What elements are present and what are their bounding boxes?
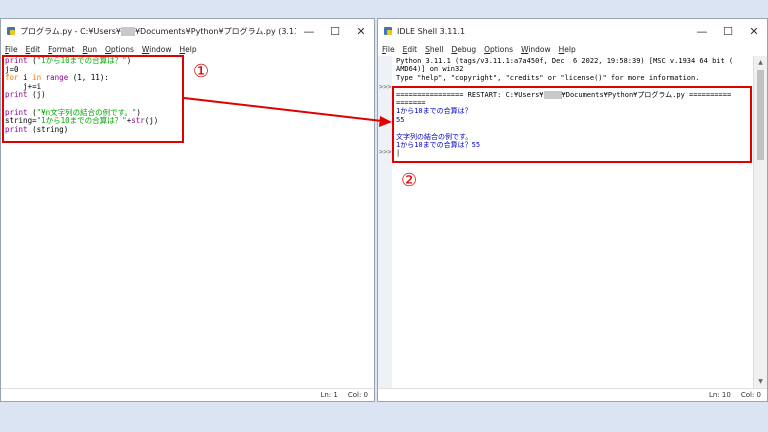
annotation-arrow <box>183 97 392 127</box>
